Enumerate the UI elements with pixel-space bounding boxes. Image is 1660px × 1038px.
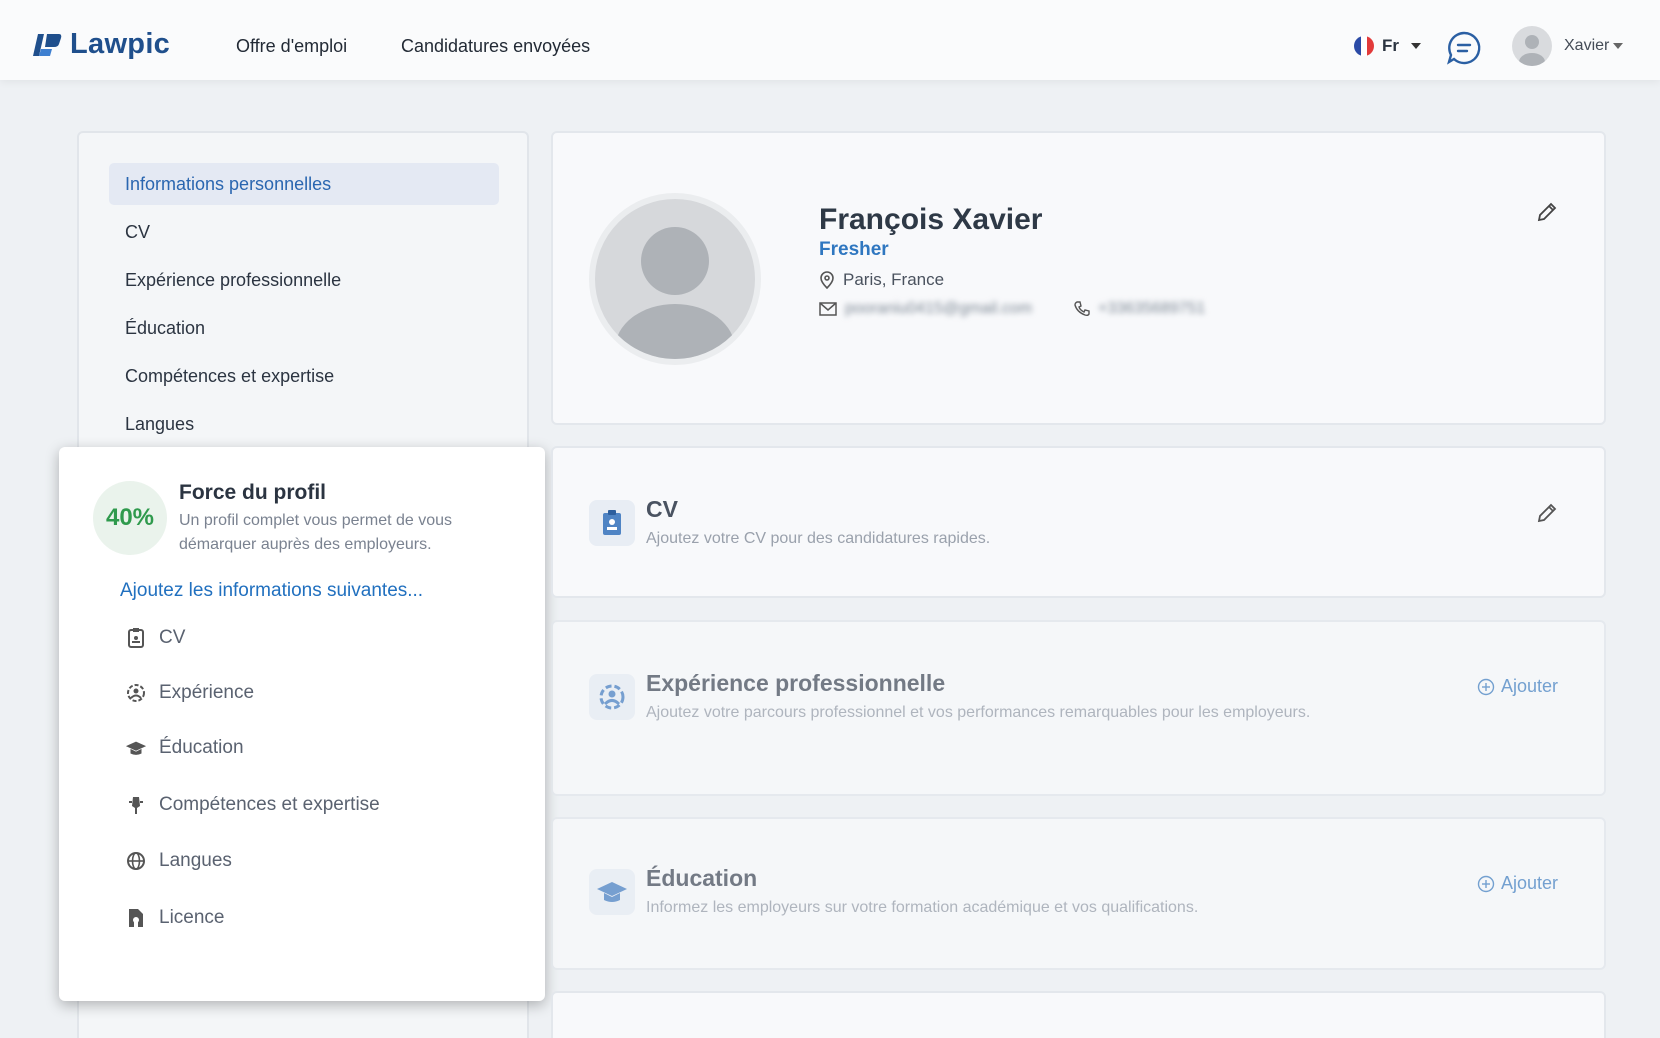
add-info-link[interactable]: Ajoutez les informations suivantes...: [120, 580, 423, 602]
nav-applications-sent[interactable]: Candidatures envoyées: [401, 36, 590, 57]
chevron-down-icon: [1411, 43, 1421, 49]
strength-item-label: Expérience: [159, 682, 255, 703]
experience-section-subtitle: Ajoutez votre parcours professionnel et …: [646, 704, 1311, 721]
sidebar-item-personal-info[interactable]: Informations personnelles: [109, 163, 499, 205]
graduation-cap-icon: [125, 737, 147, 759]
add-education-button[interactable]: Ajouter: [1477, 873, 1558, 894]
profile-avatar[interactable]: [589, 193, 761, 365]
add-experience-button[interactable]: Ajouter: [1477, 676, 1558, 697]
phone-text: +33635689751: [1098, 300, 1206, 317]
edit-pencil-icon[interactable]: [1534, 199, 1560, 225]
chat-icon[interactable]: [1446, 30, 1482, 66]
profile-strength-title: Force du profil: [179, 481, 326, 504]
mail-icon: [819, 302, 837, 316]
sidebar-item-cv[interactable]: CV: [109, 211, 499, 253]
sidebar-item-education[interactable]: Éducation: [109, 307, 499, 349]
license-icon: [125, 907, 147, 929]
edit-pencil-icon[interactable]: [1534, 500, 1560, 526]
education-section-subtitle: Informez les employeurs sur votre format…: [646, 899, 1199, 916]
user-name: Xavier: [1564, 37, 1610, 54]
profile-name: François Xavier: [819, 203, 1043, 236]
plus-circle-icon: [1477, 678, 1495, 695]
location-pin-icon: [820, 271, 834, 289]
cv-section-subtitle: Ajoutez votre CV pour des candidatures r…: [646, 530, 991, 547]
graduation-cap-icon: [589, 869, 635, 915]
strength-item-label: CV: [159, 627, 186, 648]
strength-item-cv[interactable]: CV: [125, 627, 185, 649]
brand-logo[interactable]: Lawpic: [32, 28, 170, 61]
cv-section-title: CV: [646, 496, 678, 522]
email-text: pooraniu0415@gmail.com: [845, 300, 1033, 317]
sidebar-item-languages[interactable]: Langues: [109, 403, 499, 445]
cv-icon: [125, 627, 147, 649]
brand-name: Lawpic: [70, 28, 171, 60]
phone-icon: [1074, 301, 1090, 317]
strength-item-label: Licence: [159, 907, 225, 928]
profile-title: Fresher: [819, 239, 889, 260]
language-selector[interactable]: Fr: [1354, 36, 1421, 56]
profile-contact: pooraniu0415@gmail.com +33635689751: [819, 300, 1205, 318]
sidebar-item-skills[interactable]: Compétences et expertise: [109, 355, 499, 397]
profile-strength-subtitle: Un profil complet vous permet de vous dé…: [179, 512, 453, 553]
education-section-title: Éducation: [646, 865, 758, 891]
experience-icon: [125, 682, 147, 704]
profile-location: Paris, France: [819, 270, 944, 290]
globe-icon: [125, 850, 147, 872]
strength-item-label: Éducation: [159, 737, 244, 758]
strength-item-label: Langues: [159, 850, 232, 871]
language-label: Fr: [1382, 36, 1399, 55]
strength-item-license[interactable]: Licence: [125, 907, 225, 929]
cv-icon: [589, 500, 635, 546]
location-text: Paris, France: [843, 270, 945, 289]
lawpic-logo-icon: [33, 33, 62, 56]
add-label: Ajouter: [1500, 873, 1558, 893]
strength-item-education[interactable]: Éducation: [125, 737, 244, 759]
sidebar-item-experience[interactable]: Expérience professionnelle: [109, 259, 499, 301]
avatar: [1512, 26, 1552, 66]
nav-job-offers[interactable]: Offre d'emploi: [236, 36, 347, 57]
add-label: Ajouter: [1500, 676, 1558, 696]
top-navbar: Lawpic Offre d'emploi Candidatures envoy…: [0, 0, 1660, 80]
cv-card: CV Ajoutez votre CV pour des candidature…: [551, 446, 1606, 598]
chevron-down-icon: [1613, 43, 1624, 49]
profile-card: François Xavier Fresher Paris, France po…: [551, 131, 1606, 425]
profile-strength-percent: 40%: [93, 481, 167, 555]
skills-icon: [125, 794, 147, 816]
experience-card: Expérience professionnelle Ajoutez votre…: [551, 620, 1606, 796]
experience-icon: [589, 674, 635, 720]
plus-circle-icon: [1477, 875, 1495, 892]
profile-strength-panel: 40% Force du profil Un profil complet vo…: [59, 447, 545, 1001]
france-flag-icon: [1354, 36, 1374, 56]
user-menu[interactable]: Xavier: [1512, 26, 1624, 66]
next-section-card: [551, 991, 1606, 1038]
strength-item-skills[interactable]: Compétences et expertise: [125, 794, 380, 816]
strength-item-languages[interactable]: Langues: [125, 850, 232, 872]
experience-section-title: Expérience professionnelle: [646, 670, 946, 696]
strength-item-experience[interactable]: Expérience: [125, 682, 254, 704]
strength-item-label: Compétences et expertise: [159, 794, 380, 815]
education-card: Éducation Informez les employeurs sur vo…: [551, 817, 1606, 970]
